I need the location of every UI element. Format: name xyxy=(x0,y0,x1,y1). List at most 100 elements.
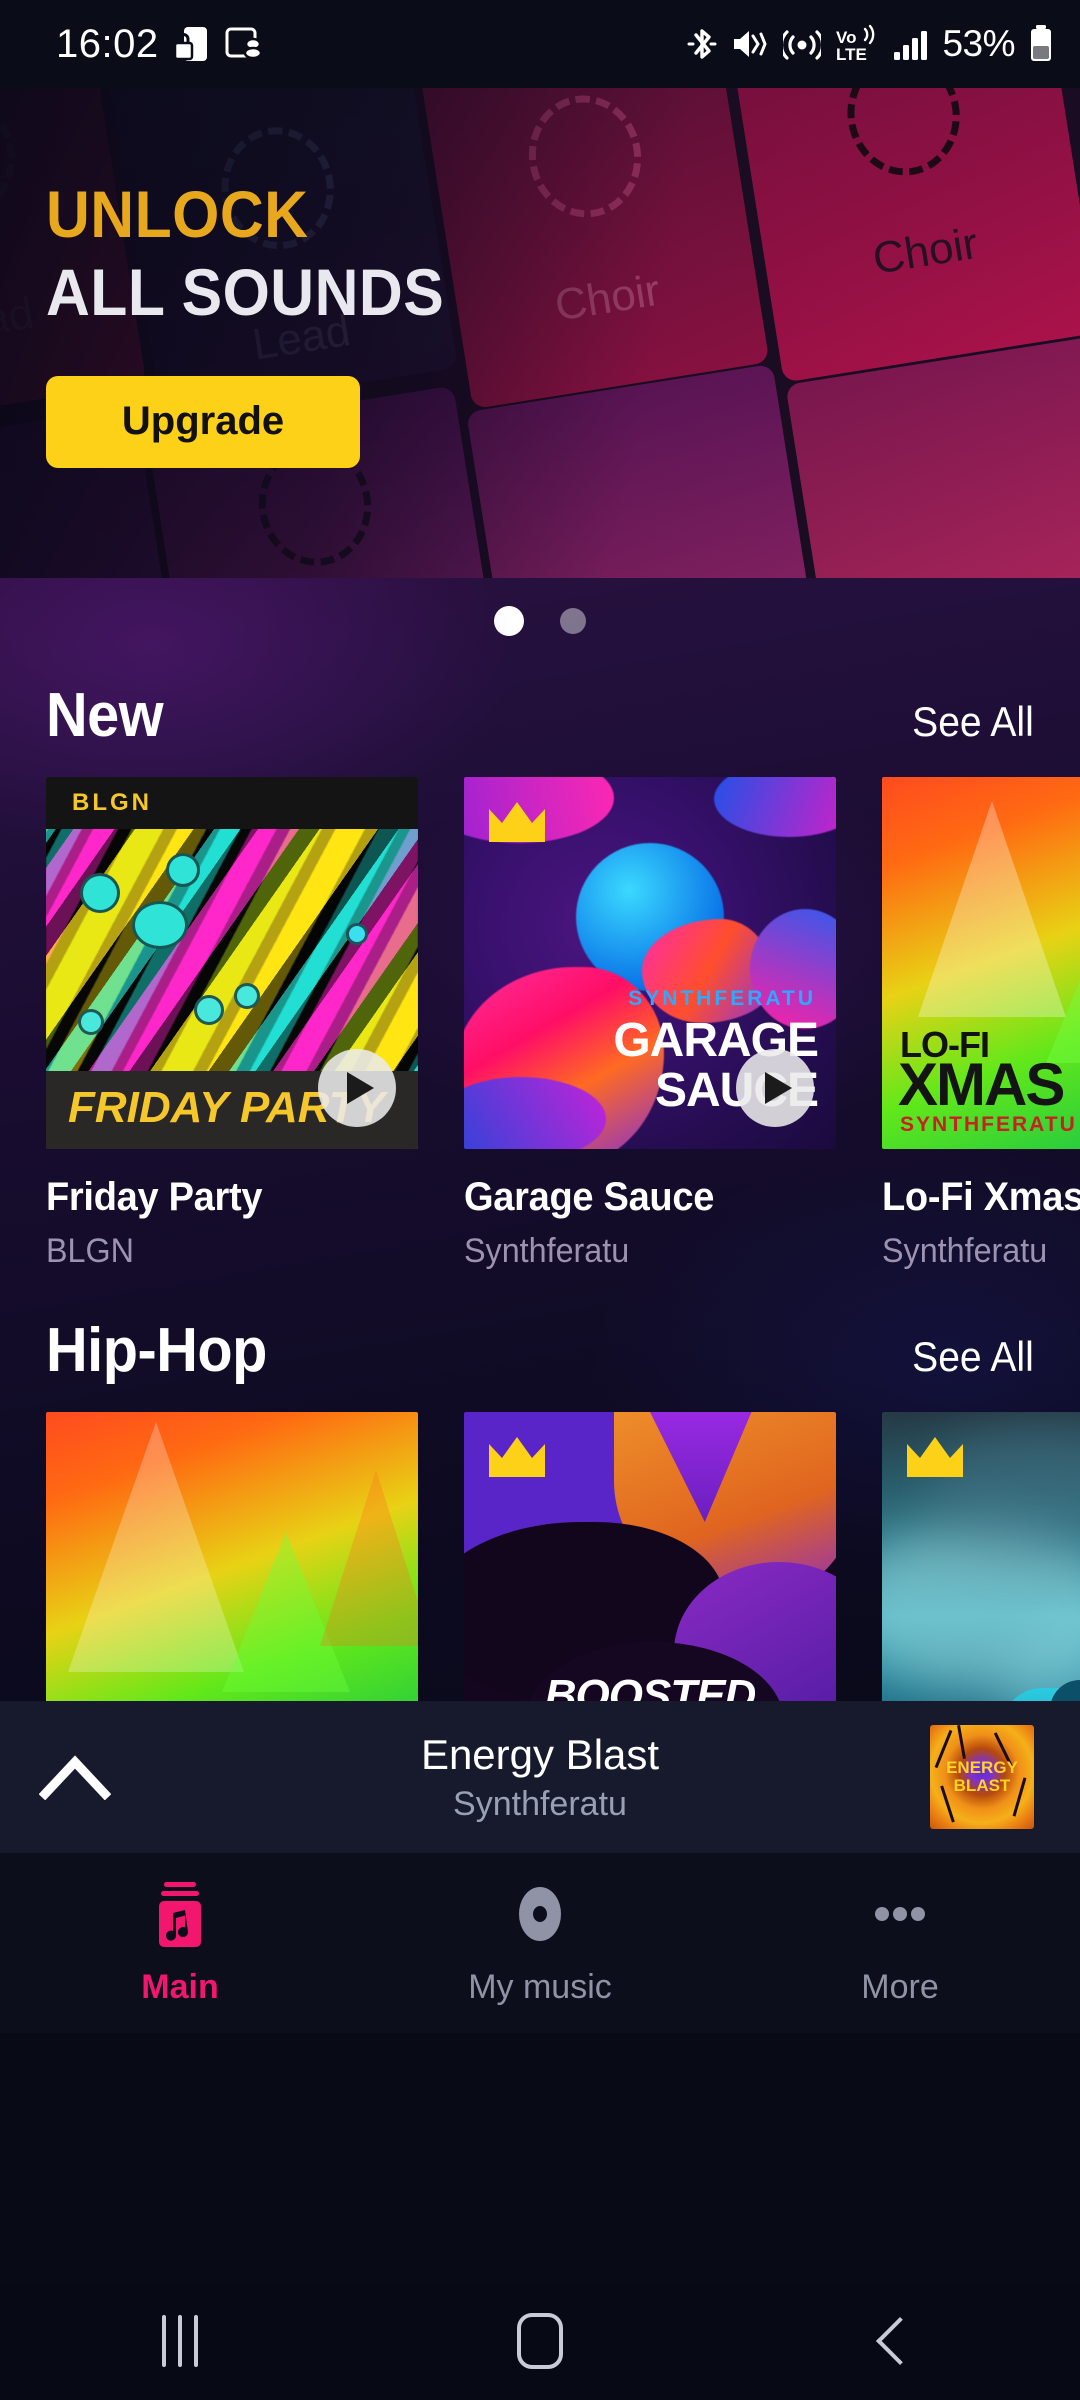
nav-item-more[interactable]: More xyxy=(720,1853,1080,2033)
album-artwork-drift-phonk[interactable]: SYNTHF DRIFT PHO xyxy=(882,1412,1080,1701)
album-artwork-garage-sauce[interactable]: SYNTHFERATU GARAGE SAUCE xyxy=(464,777,836,1149)
promo-banner[interactable]: Lead Lead Choir Choir UNLOCK xyxy=(0,88,1080,578)
android-recents-button[interactable] xyxy=(0,2282,360,2400)
music-pad-icon xyxy=(159,1881,201,1947)
vinyl-disc-icon xyxy=(519,1886,561,1941)
artwork-cone xyxy=(320,1470,418,1646)
android-back-button[interactable] xyxy=(720,2282,1080,2400)
premium-crown-icon xyxy=(907,1437,963,1477)
premium-crown-icon xyxy=(489,1437,545,1477)
artwork-artist-text: SYNTHFERATU xyxy=(628,987,816,1010)
svg-text:LTE: LTE xyxy=(836,45,867,64)
card-title: Lo-Fi Xmas xyxy=(882,1175,1080,1219)
app-screen: 16:02 Vo LTE 53% UNLOCK ALL SOUNDS Upgra… xyxy=(0,0,1080,2400)
see-all-link-hip-hop[interactable]: See All xyxy=(912,1333,1034,1381)
artwork-cone xyxy=(1046,927,1080,1063)
album-card[interactable]: LO-FI XMAS SYNTHFERATU Lo-Fi Xmas Synthf… xyxy=(882,777,1080,1271)
album-artwork-boosted-phonk[interactable]: BOOSTED PHONK SYNTHFERATU xyxy=(464,1412,836,1701)
artwork-bubble xyxy=(346,923,368,945)
clock: 16:02 xyxy=(56,21,159,66)
artwork-bubble xyxy=(166,853,200,887)
card-artist: BLGN xyxy=(46,1232,134,1270)
chevron-up-icon xyxy=(39,1755,111,1800)
banner-headline-line2: ALL SOUNDS xyxy=(46,254,445,329)
artwork-cone xyxy=(68,1422,244,1672)
volte-icon: Vo LTE xyxy=(836,24,875,64)
now-playing-title: Energy Blast xyxy=(420,1730,660,1778)
artwork-bubble xyxy=(78,1009,104,1035)
artwork-label-top: BLGN xyxy=(72,789,152,816)
battery-icon xyxy=(1031,25,1051,61)
bottom-navigation[interactable]: Main My music More xyxy=(0,1853,1080,2033)
mute-vibrate-icon xyxy=(734,31,768,57)
album-artwork-lofi-xmas[interactable]: LO-FI XMAS SYNTHFERATU xyxy=(882,777,1080,1149)
album-card[interactable]: BLGN FRIDAY PARTY Friday Party BLGN xyxy=(46,777,418,1271)
artwork-bubble xyxy=(80,873,120,913)
home-icon xyxy=(517,2313,563,2369)
play-button[interactable] xyxy=(318,1049,396,1127)
banner-headline-line1: UNLOCK xyxy=(46,177,309,251)
now-playing-artist: Synthferatu xyxy=(453,1784,627,1823)
section-title: Hip-Hop xyxy=(46,1316,267,1385)
artwork-bubble xyxy=(194,995,224,1025)
back-icon xyxy=(875,2316,925,2366)
section-new: New See All BLGN FRIDAY PARTY Friday Par… xyxy=(0,680,1080,1271)
lock-screen-icon xyxy=(174,27,207,61)
upgrade-button[interactable]: Upgrade xyxy=(46,375,360,468)
nav-label-main: Main xyxy=(141,1967,219,2006)
artwork-bubble xyxy=(132,901,188,949)
empty-area xyxy=(0,2033,1080,2282)
card-artist: Synthferatu xyxy=(464,1232,630,1270)
thumb-label-line2: BLAST xyxy=(953,1776,1011,1795)
artwork-title-line2: XMAS xyxy=(898,1051,1065,1118)
section-header: Hip-Hop See All xyxy=(0,1315,1080,1386)
carousel-dot[interactable] xyxy=(560,608,586,634)
main-scroll-area[interactable]: New See All BLGN FRIDAY PARTY Friday Par… xyxy=(0,578,1080,1701)
section-hip-hop: Hip-Hop See All BOOSTED xyxy=(0,1315,1080,1701)
bluetooth-icon xyxy=(687,29,717,59)
see-all-link-new[interactable]: See All xyxy=(912,698,1034,746)
play-icon xyxy=(347,1072,374,1104)
nav-item-my-music[interactable]: My music xyxy=(360,1853,720,2033)
screen-record-icon xyxy=(225,27,262,60)
album-card[interactable]: BOOSTED PHONK SYNTHFERATU xyxy=(464,1412,836,1701)
album-artwork-hiphop-1[interactable] xyxy=(46,1412,418,1701)
artwork-cone xyxy=(918,801,1066,1017)
carousel-dot-active[interactable] xyxy=(494,606,524,636)
signal-bars-icon xyxy=(894,31,928,60)
artwork-title-line1: BOOSTED xyxy=(544,1671,757,1702)
now-playing-thumbnail[interactable]: ENERGY BLAST xyxy=(930,1725,1034,1829)
artwork-blob xyxy=(714,777,836,837)
status-bar-right: Vo LTE 53% xyxy=(687,23,1054,65)
artwork-artist-text: SYNTHFERATU xyxy=(900,1113,1077,1136)
carousel-pagination[interactable] xyxy=(0,578,1080,636)
album-artwork-friday-party[interactable]: BLGN FRIDAY PARTY xyxy=(46,777,418,1149)
section-title: New xyxy=(46,681,164,750)
section-header: New See All xyxy=(0,680,1080,751)
premium-crown-icon xyxy=(489,802,545,842)
play-button[interactable] xyxy=(736,1049,814,1127)
android-navigation-bar[interactable] xyxy=(0,2282,1080,2400)
card-row-new[interactable]: BLGN FRIDAY PARTY Friday Party BLGN SYNT… xyxy=(0,777,1080,1271)
artwork-blob xyxy=(750,909,836,1029)
recents-icon xyxy=(162,2315,198,2367)
banner-content: UNLOCK ALL SOUNDS Upgrade xyxy=(46,177,479,468)
album-card[interactable] xyxy=(46,1412,418,1701)
now-playing-info[interactable]: Energy Blast Synthferatu xyxy=(150,1731,930,1824)
battery-percent: 53% xyxy=(942,23,1015,64)
expand-player-button[interactable] xyxy=(0,1754,150,1800)
card-row-hip-hop[interactable]: BOOSTED PHONK SYNTHFERATU xyxy=(0,1412,1080,1701)
thumb-label-line1: ENERGY xyxy=(946,1758,1018,1777)
mini-player-bar[interactable]: Energy Blast Synthferatu ENERGY BLAST xyxy=(0,1701,1080,1853)
card-artist: Synthferatu xyxy=(882,1232,1048,1270)
card-title: Garage Sauce xyxy=(464,1175,715,1219)
album-card[interactable]: SYNTHFERATU GARAGE SAUCE Garage Sauce Sy… xyxy=(464,777,836,1271)
hotspot-icon xyxy=(783,30,822,60)
nav-label-more: More xyxy=(861,1967,939,2006)
card-title: Friday Party xyxy=(46,1175,263,1219)
play-icon xyxy=(765,1072,792,1104)
nav-item-main[interactable]: Main xyxy=(0,1853,360,2033)
android-home-button[interactable] xyxy=(360,2282,720,2400)
nav-label-my-music: My music xyxy=(468,1967,612,2006)
album-card[interactable]: SYNTHF DRIFT PHO xyxy=(882,1412,1080,1701)
